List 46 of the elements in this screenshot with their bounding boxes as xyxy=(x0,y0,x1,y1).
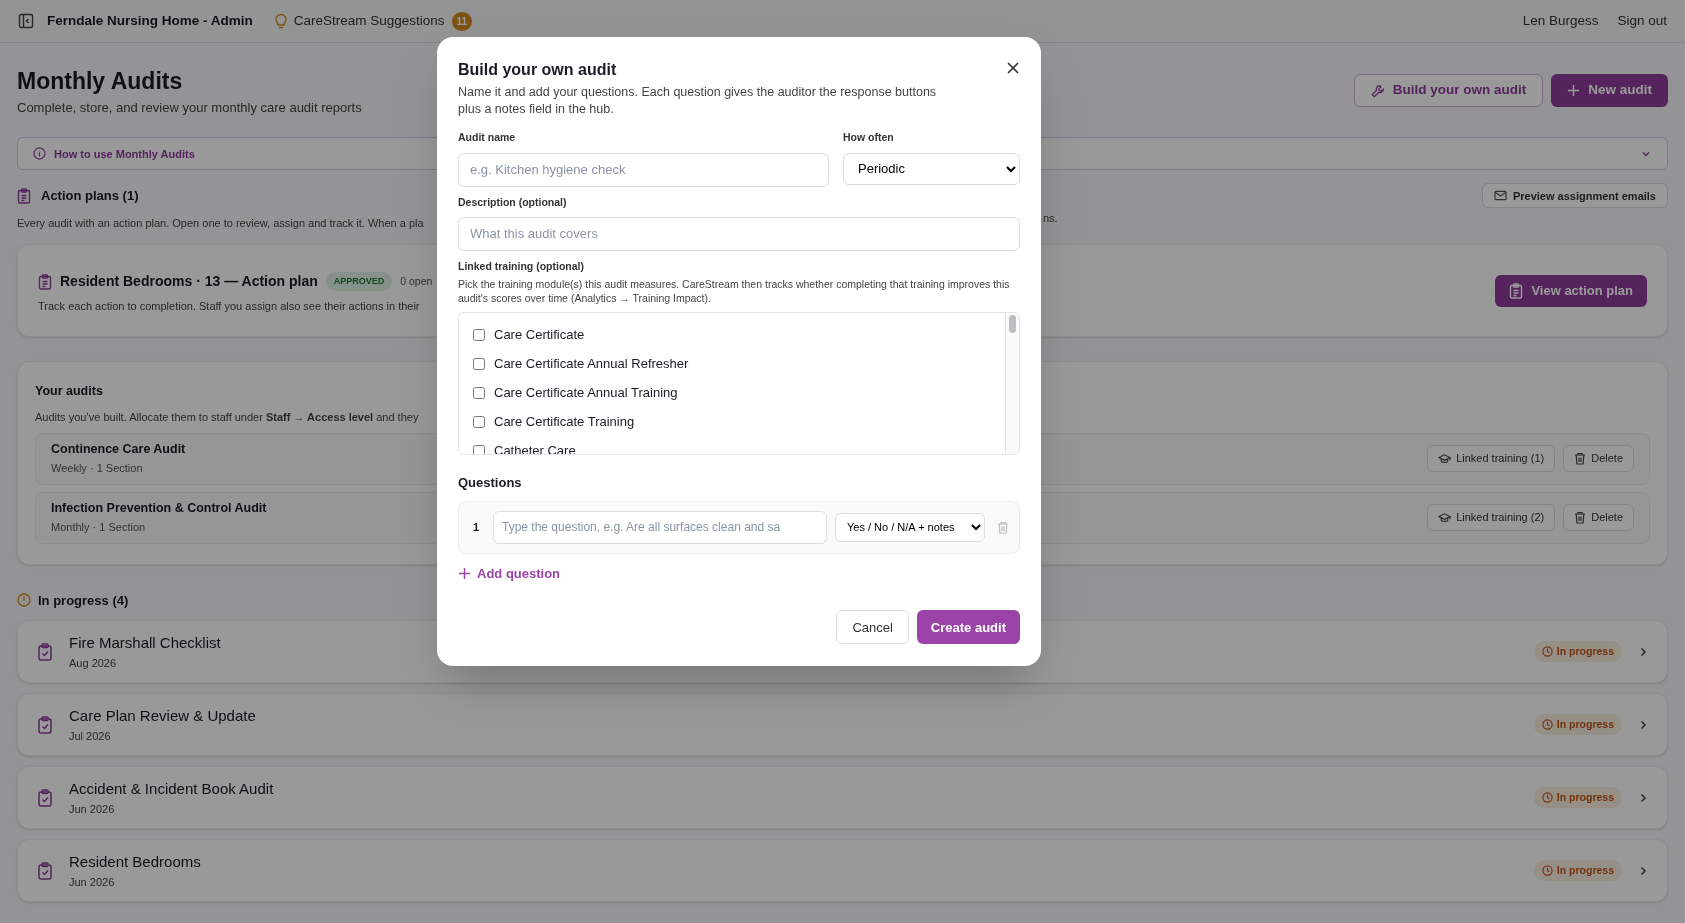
field-label: Audit name xyxy=(458,130,517,145)
section-heading: In progress (4) xyxy=(38,591,129,610)
section-description: Every audit with an action plan. Open one to review, assign and track it. When a pla xyxy=(17,217,424,230)
option-label: Care Certificate xyxy=(494,326,585,344)
option-label: Catheter Care xyxy=(494,442,576,455)
option-label: Care Certificate Training xyxy=(494,413,635,431)
field-label: Description (optional) xyxy=(458,194,568,210)
audit-date: Jun 2026 xyxy=(69,801,116,817)
card-description: Track each action to completion. Staff you assign also see their actions in their xyxy=(38,299,421,314)
count-badge: 11 xyxy=(451,11,473,31)
audit-title: Fire Marshall Checklist xyxy=(69,633,221,653)
status-badge: In progress xyxy=(1533,640,1622,663)
dialog-description: Name it and add your questions. Each question gives the auditor the response buttons plus a notes field in the hub. xyxy=(458,84,938,118)
audit-name: Infection Prevention & Control Audit xyxy=(51,500,267,518)
open-count: 0 open xyxy=(400,273,433,289)
card-title: Resident Bedrooms · 13 — Action plan xyxy=(60,272,318,291)
status-badge: In progress xyxy=(1533,786,1622,809)
audit-name: Continence Care Audit xyxy=(51,441,186,459)
card-title: Your audits xyxy=(35,383,103,401)
app-title: Ferndale Nursing Home - Admin xyxy=(47,11,253,30)
field-label: Linked training (optional) xyxy=(458,258,585,274)
page-subtitle: Complete, store, and review your monthly care audit reports xyxy=(17,98,362,117)
user-name: Len Burgess xyxy=(1522,11,1599,30)
field-label: How often xyxy=(843,130,895,145)
audit-date: Jul 2026 xyxy=(69,728,112,744)
audit-title: Care Plan Review & Update xyxy=(69,706,256,726)
option-label: Care Certificate Annual Training xyxy=(494,384,678,402)
card-description: Audits you’ve built. Allocate them to staff under Staff → Access level and they xyxy=(35,410,419,425)
field-help: Pick the training module(s) this audit measures. CareStream then tracks whether completing that training improves this audit's scores over time (Analytics → Training Impact). xyxy=(458,277,1011,306)
section-heading: Questions xyxy=(458,474,523,493)
audit-meta: Monthly · 1 Section xyxy=(51,520,147,536)
dialog-title: Build your own audit xyxy=(458,60,617,80)
status-badge: APPROVED xyxy=(325,271,393,292)
question-number: 1 xyxy=(473,520,481,535)
audit-title: Accident & Incident Book Audit xyxy=(69,779,274,799)
audit-meta: Weekly · 1 Section xyxy=(51,461,144,477)
section-heading: Action plans (1) xyxy=(41,187,139,205)
page-title: Monthly Audits xyxy=(17,67,184,96)
status-badge: In progress xyxy=(1533,859,1622,882)
audit-date: Jun 2026 xyxy=(69,874,116,890)
audit-title: Resident Bedrooms xyxy=(69,852,201,872)
audit-date: Aug 2026 xyxy=(69,655,118,671)
option-label: Care Certificate Annual Refresher xyxy=(494,355,689,373)
help-label: How to use Monthly Audits xyxy=(54,146,195,162)
status-badge: In progress xyxy=(1533,713,1622,736)
section-description: ns. xyxy=(1043,211,1058,227)
